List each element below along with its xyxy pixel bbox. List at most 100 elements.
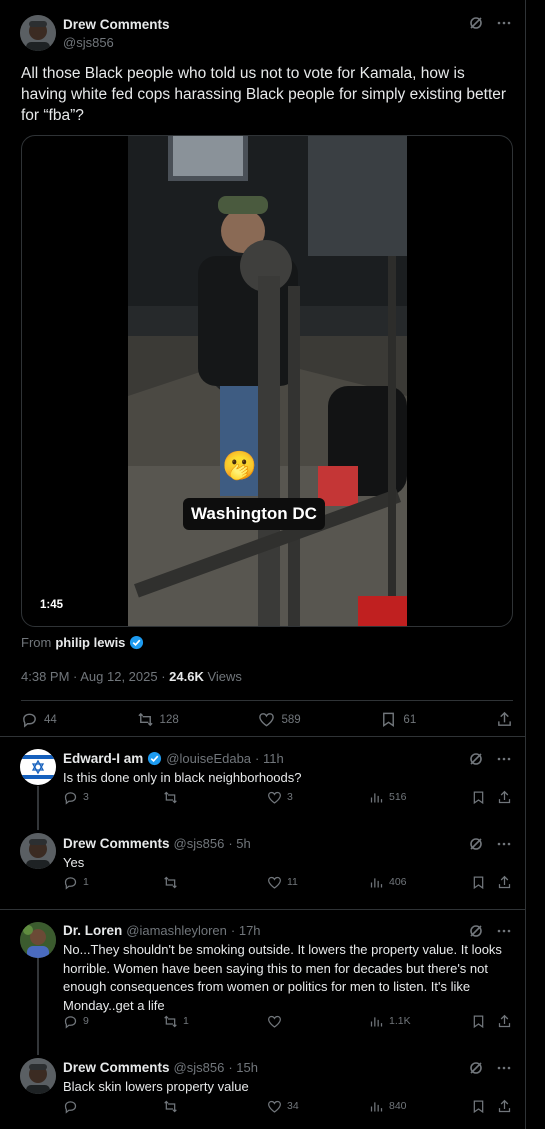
reply-tweet[interactable]: Drew Comments @sjs856 · 5h Yes 1 11 406 bbox=[0, 825, 526, 909]
reply-button[interactable]: 1 bbox=[63, 875, 89, 890]
reply-header: Dr. Loren @iamashleyloren · 17h bbox=[63, 923, 261, 938]
views-button[interactable]: 1.1K bbox=[369, 1014, 411, 1029]
views-button[interactable]: 516 bbox=[369, 790, 407, 805]
reply-header: Drew Comments @sjs856 · 5h bbox=[63, 836, 251, 851]
reply-button[interactable]: 44 bbox=[21, 711, 57, 728]
like-button[interactable] bbox=[267, 1014, 287, 1029]
reply-top-icons bbox=[468, 751, 512, 767]
like-button[interactable]: 589 bbox=[258, 711, 301, 728]
grok-icon[interactable] bbox=[468, 751, 484, 767]
views-icon bbox=[370, 1016, 383, 1026]
reply-button[interactable]: 9 bbox=[63, 1014, 89, 1029]
tweet-text: All those Black people who told us not t… bbox=[21, 65, 507, 124]
reply-time[interactable]: · 5h bbox=[228, 836, 250, 851]
bookmark-button[interactable] bbox=[471, 1014, 486, 1029]
avatar[interactable] bbox=[20, 749, 56, 785]
reply-text: Black skin lowers property value bbox=[63, 1079, 249, 1094]
share-button[interactable] bbox=[497, 1014, 512, 1029]
repost-icon bbox=[137, 712, 153, 727]
like-count: 589 bbox=[281, 713, 301, 726]
reply-author-handle[interactable]: @sjs856 bbox=[174, 1060, 225, 1075]
tweet-actions: 44 128 589 61 bbox=[21, 711, 513, 728]
reply-button[interactable] bbox=[63, 1099, 83, 1114]
more-options-icon[interactable] bbox=[496, 836, 512, 852]
reply-text: Is this done only in black neighborhoods… bbox=[63, 770, 302, 785]
from-source-link[interactable]: philip lewis bbox=[55, 635, 125, 650]
repost-button[interactable] bbox=[163, 875, 183, 890]
avatar-image bbox=[20, 922, 56, 958]
views-count: 840 bbox=[389, 1100, 407, 1112]
grok-icon[interactable] bbox=[468, 1060, 484, 1076]
more-options-icon[interactable] bbox=[496, 15, 512, 31]
bookmark-button[interactable] bbox=[471, 790, 486, 805]
avatar[interactable] bbox=[20, 922, 56, 958]
avatar-image bbox=[20, 15, 56, 51]
bookmark-icon bbox=[473, 875, 484, 889]
views-button[interactable]: 840 bbox=[369, 1099, 407, 1114]
repost-button[interactable] bbox=[163, 790, 183, 805]
reply-author-name[interactable]: Drew Comments bbox=[63, 1060, 170, 1075]
reply-icon bbox=[64, 1015, 77, 1029]
grok-icon[interactable] bbox=[468, 15, 484, 31]
author-name[interactable]: Drew Comments bbox=[63, 17, 170, 32]
reply-author-name[interactable]: Dr. Loren bbox=[63, 923, 122, 938]
bookmark-button[interactable]: 61 bbox=[380, 711, 416, 728]
share-icon bbox=[498, 875, 511, 888]
reply-tweet[interactable]: Dr. Loren @iamashleyloren · 17h No...The… bbox=[0, 910, 526, 1048]
like-button[interactable]: 34 bbox=[267, 1099, 299, 1114]
divider bbox=[21, 700, 513, 701]
bookmark-button[interactable] bbox=[471, 1099, 486, 1114]
bookmark-button[interactable] bbox=[471, 875, 486, 890]
share-button[interactable] bbox=[497, 1099, 512, 1114]
share-icon bbox=[498, 711, 511, 726]
repost-icon bbox=[164, 1100, 177, 1112]
reply-icon bbox=[64, 876, 77, 890]
more-options-icon[interactable] bbox=[496, 1060, 512, 1076]
avatar[interactable] bbox=[20, 833, 56, 869]
reply-icon bbox=[64, 1100, 77, 1114]
views-button[interactable]: 406 bbox=[369, 875, 407, 890]
share-button[interactable] bbox=[496, 711, 513, 728]
like-button[interactable]: 11 bbox=[267, 875, 298, 890]
reply-author-handle[interactable]: @sjs856 bbox=[174, 836, 225, 851]
more-options-icon[interactable] bbox=[496, 923, 512, 939]
reply-author-name[interactable]: Edward-I am bbox=[63, 751, 143, 766]
avatar[interactable] bbox=[20, 1058, 56, 1094]
reply-author-handle[interactable]: @iamashleyloren bbox=[126, 923, 227, 938]
like-count: 11 bbox=[287, 876, 298, 888]
reply-header: Edward-I am @louiseEdaba · 11h bbox=[63, 751, 284, 766]
grok-icon[interactable] bbox=[468, 923, 484, 939]
video-caption: Washington DC bbox=[183, 498, 325, 530]
avatar[interactable] bbox=[20, 15, 56, 51]
reply-time[interactable]: · 11h bbox=[255, 751, 284, 766]
video-frame[interactable] bbox=[128, 136, 407, 626]
share-button[interactable] bbox=[497, 790, 512, 805]
views-count: 516 bbox=[389, 791, 407, 803]
share-button[interactable] bbox=[497, 875, 512, 890]
reply-top-icons bbox=[468, 1060, 512, 1076]
video-player[interactable]: 🫢 Washington DC 1:45 bbox=[21, 135, 513, 627]
grok-icon[interactable] bbox=[468, 836, 484, 852]
reply-time[interactable]: · 15h bbox=[228, 1060, 258, 1075]
repost-button[interactable]: 128 bbox=[137, 711, 179, 728]
more-options-icon[interactable] bbox=[496, 751, 512, 767]
like-button[interactable]: 3 bbox=[267, 790, 293, 805]
repost-button[interactable]: 1 bbox=[163, 1014, 189, 1029]
reply-count: 1 bbox=[83, 876, 89, 888]
reply-author-handle[interactable]: @louiseEdaba bbox=[166, 751, 251, 766]
timestamp[interactable]: 4:38 PM · Aug 12, 2025 · bbox=[21, 669, 169, 684]
heart-icon bbox=[268, 876, 281, 889]
reply-tweet[interactable]: Drew Comments @sjs856 · 15h Black skin l… bbox=[0, 1048, 526, 1129]
bookmark-count: 61 bbox=[403, 713, 417, 726]
reply-button[interactable]: 3 bbox=[63, 790, 89, 805]
reply-tweet[interactable]: Edward-I am @louiseEdaba · 11h Is this d… bbox=[0, 737, 526, 825]
views-count: 24.6K bbox=[169, 669, 204, 684]
from-label: From bbox=[21, 635, 52, 650]
reply-author-name[interactable]: Drew Comments bbox=[63, 836, 170, 851]
repost-button[interactable] bbox=[163, 1099, 183, 1114]
views-icon bbox=[370, 792, 383, 802]
reply-text: Yes bbox=[63, 855, 85, 870]
reply-time[interactable]: · 17h bbox=[231, 923, 261, 938]
author-handle[interactable]: @sjs856 bbox=[63, 35, 114, 50]
heart-icon bbox=[268, 1100, 281, 1113]
